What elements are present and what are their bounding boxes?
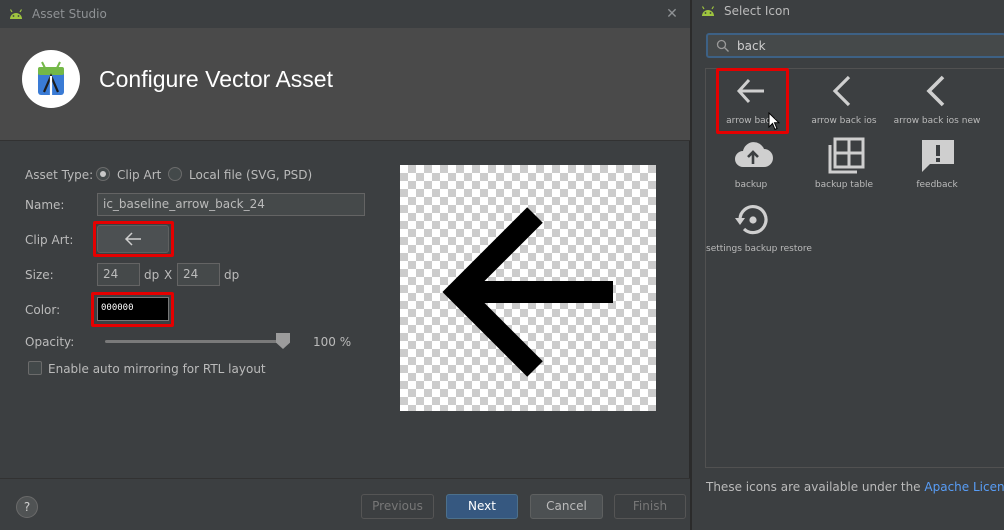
search-icon xyxy=(716,39,729,52)
arrow-back-ios-icon xyxy=(832,75,851,107)
color-swatch[interactable]: 000000 xyxy=(97,297,169,321)
select-icon-dialog: Select Icon arrow back arrow back ios ar xyxy=(692,0,1004,530)
vector-preview xyxy=(400,165,656,411)
asset-studio-titlebar: Asset Studio ✕ xyxy=(0,0,690,28)
previous-button[interactable]: Previous xyxy=(361,494,434,519)
opacity-value: 100 % xyxy=(313,335,352,349)
size-width-unit: dp xyxy=(144,268,160,282)
rtl-mirroring-label[interactable]: Enable auto mirroring for RTL layout xyxy=(48,362,266,376)
mouse-cursor-icon xyxy=(768,112,780,131)
clip-art-button[interactable] xyxy=(97,225,169,253)
cloud-upload-icon xyxy=(735,142,773,167)
size-label: Size: xyxy=(25,268,54,282)
color-label: Color: xyxy=(25,303,61,317)
arrow-back-ios-new-icon xyxy=(926,75,945,107)
arrow-back-icon xyxy=(124,232,141,246)
icon-tile-label: arrow back ios xyxy=(811,116,877,126)
asset-type-label: Asset Type: xyxy=(25,168,94,182)
clip-art-label: Clip Art: xyxy=(25,233,74,247)
icon-tile-label: backup table xyxy=(814,180,874,190)
rtl-mirroring-checkbox[interactable] xyxy=(28,361,42,375)
opacity-label: Opacity: xyxy=(25,335,75,349)
asset-studio-window: Asset Studio ✕ Configure Vector Asset As… xyxy=(0,0,690,530)
size-separator: X xyxy=(164,268,173,282)
close-icon[interactable]: ✕ xyxy=(662,4,682,24)
android-studio-icon xyxy=(38,61,64,95)
icon-tile-label: feedback xyxy=(916,180,958,190)
select-icon-title: Select Icon xyxy=(724,4,790,18)
icon-tile-feedback[interactable]: feedback xyxy=(892,133,982,195)
icon-tile-arrow-back-ios-new[interactable]: arrow back ios new xyxy=(892,69,982,131)
size-width-field[interactable]: 24 xyxy=(97,263,140,286)
window-title: Asset Studio xyxy=(32,7,107,21)
icon-tile-arrow-back-ios[interactable]: arrow back ios xyxy=(799,69,889,131)
license-text: These icons are available under the xyxy=(706,480,925,494)
icon-tile-arrow-back[interactable]: arrow back xyxy=(706,69,796,131)
icon-tile-label: settings backup restore xyxy=(706,244,812,254)
icon-search-box[interactable] xyxy=(706,33,1004,58)
icon-tile-label: arrow back ios new xyxy=(893,116,981,126)
local-file-radio[interactable] xyxy=(168,167,182,181)
cancel-button[interactable]: Cancel xyxy=(530,494,603,519)
android-icon xyxy=(701,6,715,16)
icon-tile-label: backup xyxy=(734,180,768,190)
wizard-header: Configure Vector Asset xyxy=(0,28,690,141)
page-title: Configure Vector Asset xyxy=(99,66,333,92)
feedback-icon xyxy=(922,140,954,172)
backup-table-icon xyxy=(828,137,865,174)
opacity-slider-track[interactable] xyxy=(105,340,285,343)
local-file-radio-label[interactable]: Local file (SVG, PSD) xyxy=(189,168,312,182)
android-studio-logo xyxy=(22,50,80,108)
apache-license-link[interactable]: Apache License Versi xyxy=(924,480,1004,494)
clip-art-radio-label[interactable]: Clip Art xyxy=(117,168,161,182)
arrow-back-icon xyxy=(442,207,613,377)
size-height-field[interactable]: 24 xyxy=(177,263,220,286)
settings-backup-restore-icon xyxy=(735,205,768,235)
finish-button[interactable]: Finish xyxy=(614,494,686,519)
icon-search-input[interactable] xyxy=(737,37,987,55)
opacity-slider-thumb[interactable] xyxy=(276,333,290,349)
name-label: Name: xyxy=(25,198,65,212)
license-notice: These icons are available under the Apac… xyxy=(706,480,1004,494)
arrow-back-icon xyxy=(736,78,764,104)
icon-tile-backup-table[interactable]: backup table xyxy=(799,133,889,195)
android-icon xyxy=(9,9,23,19)
icon-tile-label: arrow back xyxy=(726,116,776,126)
icon-tile-settings-backup-restore[interactable]: settings backup restore xyxy=(706,197,812,259)
clip-art-radio[interactable] xyxy=(96,167,110,181)
name-field[interactable]: ic_baseline_arrow_back_24 xyxy=(97,193,365,216)
select-icon-titlebar: Select Icon xyxy=(692,0,1004,22)
help-button[interactable]: ? xyxy=(16,496,38,518)
icon-grid: arrow back arrow back ios arrow back ios… xyxy=(705,68,1004,468)
size-height-unit: dp xyxy=(224,268,240,282)
icon-tile-backup[interactable]: backup xyxy=(706,133,796,195)
next-button[interactable]: Next xyxy=(446,494,518,519)
